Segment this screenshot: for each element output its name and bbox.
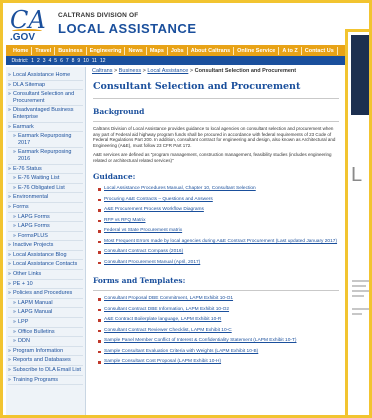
sidebar-item[interactable]: Inactive Projects [8, 241, 83, 251]
guidance-link[interactable]: Consultant Contract Compass (2016) [98, 247, 342, 258]
sidebar-item[interactable]: Training Programs [8, 376, 83, 386]
sidebar-item[interactable]: Reports and Databases [8, 356, 83, 366]
overlay-text-line [352, 313, 362, 315]
sidebar-item[interactable]: LPP [8, 318, 83, 328]
sidebar-item[interactable]: Forms [8, 203, 83, 213]
nav-business[interactable]: Business [55, 46, 87, 55]
overlay-text-line [352, 285, 366, 287]
divider [93, 121, 339, 122]
sidebar-item[interactable]: Earmark Repurposing 2017 [8, 132, 83, 149]
guidance-link[interactable]: A&E Procurement Process Workflow Diagram… [98, 205, 342, 216]
page-title: Consultant Selection and Procurement [93, 81, 301, 92]
form-link[interactable]: Consultant Contract DBE Information, LAP… [98, 304, 342, 315]
overlay-panel[interactable]: L [345, 29, 369, 415]
guidance-link[interactable]: Procuring A&E Contracts – Questions and … [98, 194, 342, 205]
overlay-text-line [352, 280, 369, 282]
breadcrumb: Caltrans > Business > Local Assistance >… [90, 67, 342, 75]
sidebar-item[interactable]: LAPG Manual [8, 308, 83, 319]
sidebar-item[interactable]: PE + 10 [8, 280, 83, 290]
divider [93, 289, 339, 291]
sidebar-item[interactable]: Other Links [8, 270, 83, 280]
sidebar-item[interactable]: FormsPLUS [8, 232, 83, 242]
forms-heading: Forms and Templates: [93, 275, 186, 285]
sidebar-item[interactable]: LAPG Forms [8, 213, 83, 223]
guidance-heading: Guidance: [93, 171, 136, 181]
district-link[interactable]: 10 [82, 57, 91, 65]
guidance-links: Local Assistance Procedures Manual, Chap… [98, 184, 342, 268]
sidebar-item[interactable]: Local Assistance Home [8, 71, 83, 81]
header-subtitle: CALTRANS DIVISION OF [58, 12, 139, 19]
nav-maps[interactable]: Maps [147, 46, 168, 55]
nav-about-caltrans[interactable]: About Caltrans [188, 46, 235, 55]
sidebar-item[interactable]: LAPM Manual [8, 299, 83, 309]
district-link[interactable]: 12 [98, 57, 107, 65]
guidance-link[interactable]: Most Frequent Errors made by local agenc… [98, 236, 342, 247]
top-navigation: Home Travel Business Engineering News Maps Job… [6, 45, 369, 56]
nav-online-service[interactable]: Online Service [234, 46, 280, 55]
main-content: Caltrans > Business > Local Assistance >… [90, 67, 342, 415]
sidebar-item[interactable]: Earmark Repurposing 2016 [8, 148, 83, 165]
overlay-text-line [352, 295, 364, 297]
sidebar-item[interactable]: Office Bulletins [8, 328, 83, 338]
background-heading: Background [93, 107, 145, 116]
breadcrumb-current: Consultant Selection and Procurement [194, 68, 297, 74]
sidebar-item[interactable]: Local Assistance Blog [8, 251, 83, 261]
sidebar-item[interactable]: Program Information [8, 347, 83, 357]
nav-home[interactable]: Home [10, 46, 33, 55]
sidebar-item[interactable]: Earmark [8, 123, 83, 133]
site-header: CA .GOV CALTRANS DIVISION OF LOCAL ASSIS… [6, 6, 369, 44]
background-paragraph-2: A&E services are defined as "program man… [93, 152, 332, 163]
nav-travel[interactable]: Travel [32, 46, 56, 55]
nav-a-to-z[interactable]: A to Z [279, 46, 302, 55]
sidebar-item[interactable]: LAPG Forms [8, 222, 83, 232]
sidebar-item[interactable]: DLA Sitemap [8, 81, 83, 91]
guidance-link[interactable]: RFP vs RFQ Matrix [98, 215, 342, 226]
sidebar-item[interactable]: Subscribe to DLA Email List [8, 366, 83, 376]
sidebar: Local Assistance HomeDLA SitemapConsulta… [6, 67, 86, 415]
nav-contact-us[interactable]: Contact Us [302, 46, 338, 55]
overlay-letter: L [351, 164, 363, 186]
overlay-text-line [352, 308, 369, 310]
form-link[interactable]: Consultant Proposal DBE Commitment, LAPM… [98, 294, 342, 305]
background-paragraph: Caltrans Division of Local Assistance pr… [93, 126, 336, 148]
breadcrumb-link[interactable]: Caltrans [92, 68, 112, 74]
form-link[interactable]: Sample Consultant Evaluation Criteria wi… [98, 346, 342, 357]
form-link[interactable]: A&E Contract Boilerplate language, LAPM … [98, 315, 342, 326]
overlay-banner [351, 35, 369, 115]
guidance-link[interactable]: Consultant Procurement Manual (April, 20… [98, 257, 342, 268]
nav-engineering[interactable]: Engineering [87, 46, 126, 55]
sidebar-item[interactable]: Consultant Selection and Procurement [8, 90, 83, 107]
form-link[interactable]: Sample Consultant Cost Proposal (LAPM Ex… [98, 357, 342, 368]
nav-jobs[interactable]: Jobs [168, 46, 188, 55]
sidebar-item[interactable]: Environmental [8, 193, 83, 203]
sidebar-item[interactable]: Policies and Procedures [8, 289, 83, 299]
overlay-text-line [352, 290, 369, 292]
sidebar-item[interactable]: E-76 Obligated List [8, 184, 83, 194]
breadcrumb-link[interactable]: Local Assistance [147, 68, 188, 74]
sidebar-item[interactable]: Local Assistance Contacts [8, 260, 83, 271]
district-bar: District: 1 2 3 4 5 6 7 8 9 10 11 12 [6, 56, 369, 65]
nav-news[interactable]: News [125, 46, 147, 55]
district-link[interactable]: 11 [90, 57, 98, 65]
browser-frame: CA .GOV CALTRANS DIVISION OF LOCAL ASSIS… [0, 0, 372, 418]
guidance-link[interactable]: Federal vs State Procurement matrix [98, 226, 342, 237]
guidance-link[interactable]: Local Assistance Procedures Manual, Chap… [98, 184, 342, 195]
breadcrumb-link[interactable]: Business [119, 68, 141, 74]
ca-gov-logo-suffix: .GOV [10, 32, 36, 43]
form-link[interactable]: Sample Panel Member Conflict of Interest… [98, 336, 342, 347]
sidebar-item[interactable]: DDN [8, 337, 83, 347]
header-title: LOCAL ASSISTANCE [58, 21, 197, 36]
sidebar-item[interactable]: E-76 Status [8, 165, 83, 175]
district-label: District: [11, 57, 29, 64]
forms-links: Consultant Proposal DBE Commitment, LAPM… [98, 294, 342, 368]
sidebar-item[interactable]: E-76 Waiting List [8, 174, 83, 184]
divider [93, 98, 339, 99]
sidebar-item[interactable]: Disadvantaged Business Enterprise [8, 106, 83, 123]
form-link[interactable]: Consultant Contract Reviewer Checklist, … [98, 325, 342, 336]
